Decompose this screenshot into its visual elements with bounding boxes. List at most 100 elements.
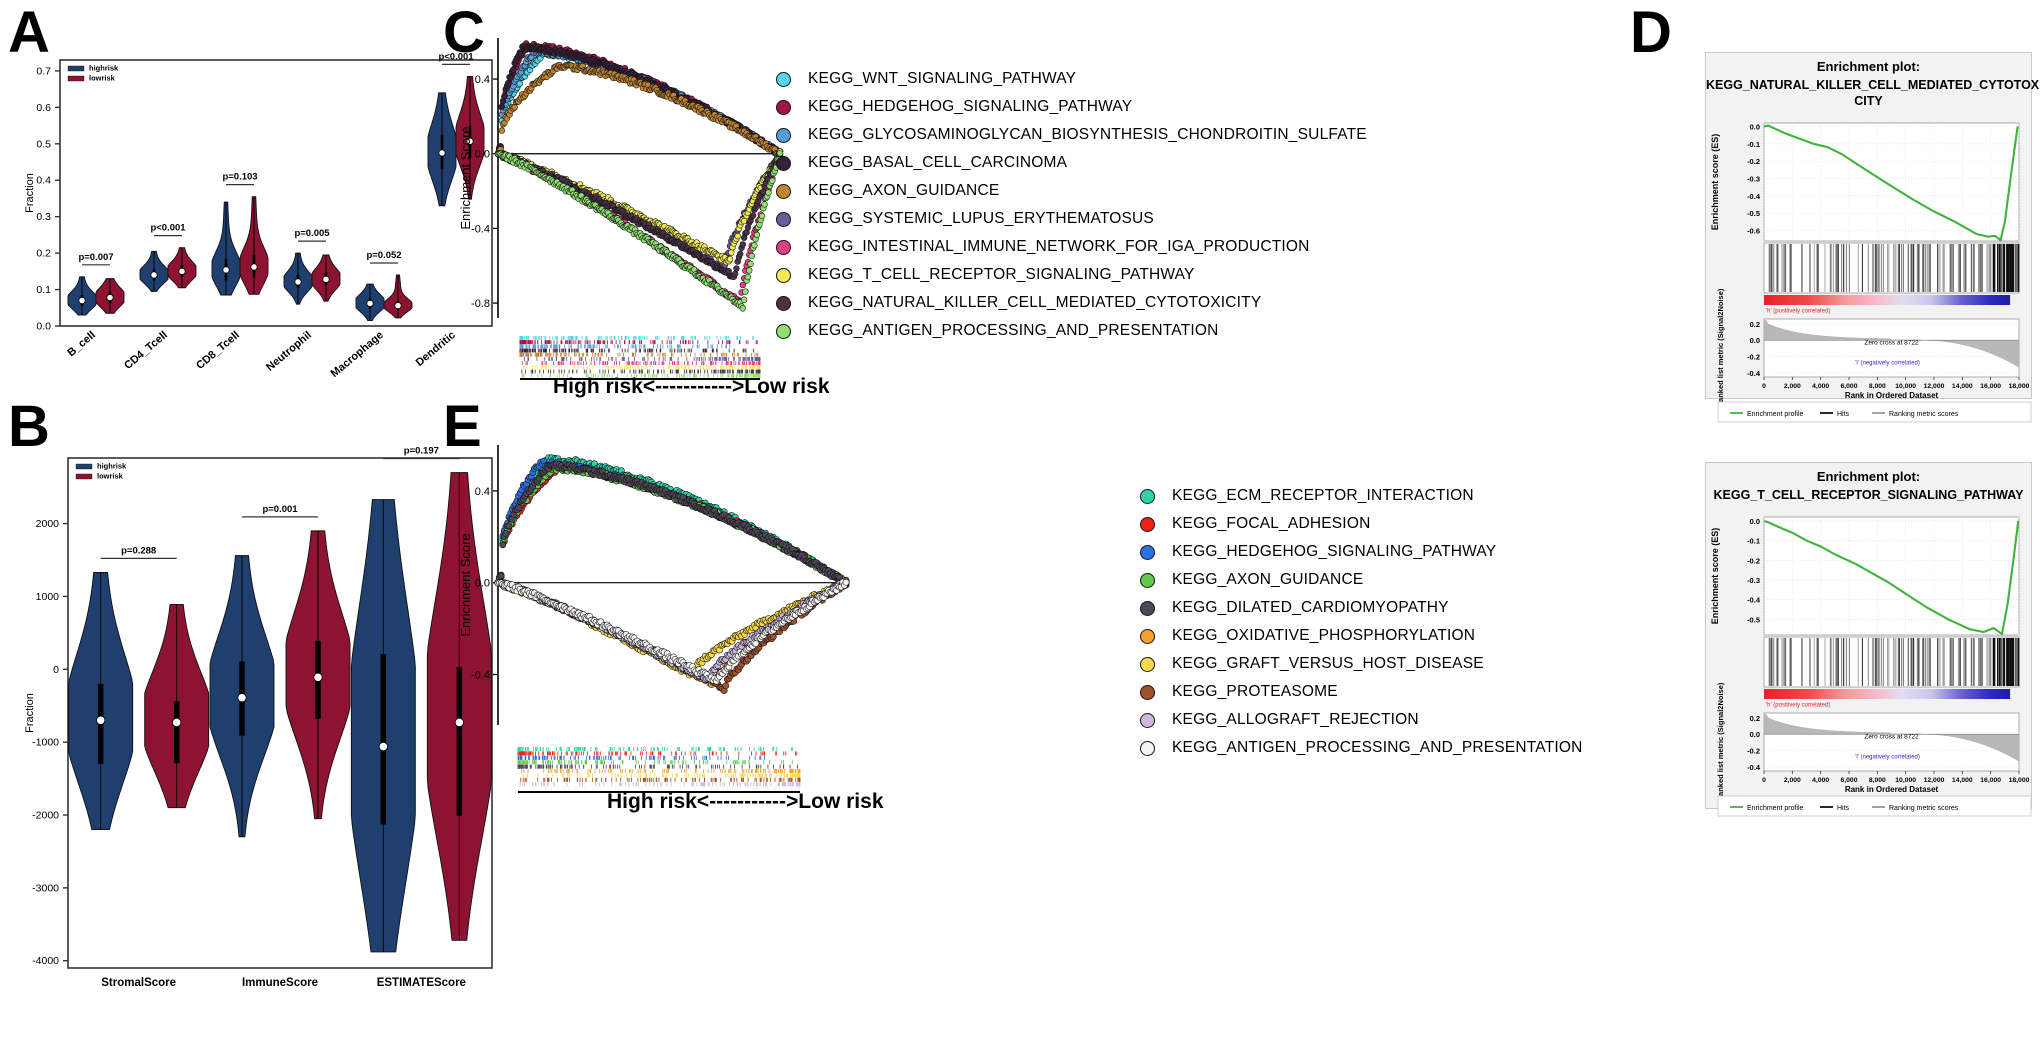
violin-median-dot — [178, 267, 186, 275]
data-point — [734, 232, 741, 240]
violin-median-dot — [366, 299, 374, 308]
data-point — [748, 252, 755, 260]
data-point — [510, 66, 517, 73]
violin-median-dot — [313, 672, 323, 682]
list-item[interactable]: KEGG_ANTIGEN_PROCESSING_AND_PRESENTATION — [776, 322, 1218, 340]
data-point — [761, 201, 768, 208]
legend-label: KEGG_SYSTEMIC_LUPUS_ERYTHEMATOSUS — [808, 210, 1154, 227]
pvalue-label: p<0.001 — [150, 223, 186, 234]
pvalue-label: p=0.052 — [366, 250, 401, 261]
y-tick-label: -4000 — [32, 955, 59, 967]
data-point — [498, 103, 506, 110]
y-tick-label: 0.0 — [475, 578, 490, 590]
y-tick-label: 0.1 — [36, 284, 51, 296]
data-point — [515, 504, 522, 512]
panel-e-chart: 0.4 0.0 -0.4 Enrichment Score — [458, 425, 860, 815]
violin-median-dot — [237, 693, 247, 703]
data-point — [744, 273, 752, 281]
legend-dot-icon — [776, 211, 791, 227]
y-tick-label: -1000 — [32, 737, 59, 749]
violin-median-dot — [438, 149, 446, 157]
list-item[interactable]: KEGG_SYSTEMIC_LUPUS_ERYTHEMATOSUS — [776, 210, 1206, 228]
legend-swatch — [67, 65, 85, 72]
legend-label: highrisk — [97, 462, 127, 471]
legend-label: lowrisk — [89, 74, 116, 83]
y-tick-label: 0.2 — [36, 248, 51, 260]
legend-swatch — [67, 75, 85, 82]
legend-swatch — [75, 473, 93, 480]
pvalue-label: p=0.197 — [404, 446, 439, 457]
violin-median-dot — [150, 271, 158, 279]
data-point — [765, 189, 772, 196]
y-tick-label: -0.4 — [471, 223, 490, 235]
y-axis-title: Fraction — [24, 693, 36, 733]
data-point — [739, 305, 747, 312]
list-item[interactable]: KEGG_HEDGEHOG_SIGNALING_PATHWAY — [776, 98, 1206, 116]
legend-label: KEGG_BASAL_CELL_CARCINOMA — [808, 154, 1068, 171]
legend-dot-icon — [776, 323, 791, 339]
panel-c-svg: 0.4 0.0 -0.4 -0.8 Enrichment Score — [458, 38, 784, 380]
list-item[interactable]: KEGG_GLYCOSAMINOGLYCAN_BIOSYNTHESIS_CHON… — [776, 126, 1367, 144]
data-point — [511, 104, 518, 111]
legend-dot-icon — [776, 99, 791, 115]
x-tick-label: Macrophage — [329, 329, 386, 380]
legend-dot-icon — [776, 71, 791, 87]
legend-dot-icon — [776, 155, 791, 171]
pvalue-label: p=0.103 — [222, 172, 257, 183]
legend-label: KEGG_AXON_GUIDANCE — [808, 182, 1000, 199]
legend-label: KEGG_WNT_SIGNALING_PATHWAY — [808, 70, 1077, 87]
y-tick-label: 0.4 — [36, 175, 51, 187]
data-point — [758, 212, 766, 220]
list-item[interactable]: KEGG_WNT_SIGNALING_PATHWAY — [776, 70, 1206, 88]
panel-b-svg: -4000 -3000 -2000 -1000 0 1000 2000 Fraction p=0… — [24, 446, 493, 989]
data-point — [751, 242, 758, 249]
y-axis-title: Enrichment Score — [458, 126, 473, 229]
legend-label: KEGG_ANTIGEN_PROCESSING_AND_PRESENTATION — [808, 322, 1219, 339]
y-tick-label: -0.4 — [471, 670, 490, 682]
violin-median-dot — [172, 717, 182, 728]
y-axis-title: Enrichment Score — [458, 533, 473, 636]
legend-label: highrisk — [89, 64, 119, 73]
panel-c-risk-label: High risk<----------->Low risk — [553, 375, 830, 398]
data-point — [739, 241, 747, 248]
y-axis-title: Fraction — [24, 173, 36, 213]
list-item[interactable]: KEGG_NATURAL_KILLER_CELL_MEDIATED_CYTOTO… — [776, 294, 1261, 312]
violin-median-dot — [96, 715, 106, 725]
pvalue-label: p=0.005 — [294, 228, 330, 239]
data-point — [753, 231, 761, 239]
panel-c-chart: 0.4 0.0 -0.4 -0.8 Enrichment Score — [458, 18, 790, 398]
pvalue-label: p=0.007 — [78, 252, 113, 263]
x-tick-label: CD4_Tcell — [122, 329, 170, 372]
list-item[interactable]: KEGG_BASAL_CELL_CARCINOMA — [776, 154, 1206, 172]
list-item[interactable]: KEGG_INTESTINAL_IMMUNE_NETWORK_FOR_IGA_P… — [776, 238, 1309, 256]
legend-label: lowrisk — [97, 472, 124, 481]
data-point — [728, 249, 735, 256]
pvalue-label: p=0.001 — [262, 504, 298, 515]
data-point — [742, 288, 749, 295]
data-point — [749, 212, 757, 219]
data-point — [507, 74, 514, 81]
y-tick-label: 0.0 — [36, 321, 51, 333]
y-tick-label: -0.8 — [471, 298, 490, 310]
legend-label: KEGG_INTESTINAL_IMMUNE_NETWORK_FOR_IGA_P… — [808, 238, 1310, 255]
x-tick-label: CD8_Tcell — [194, 329, 242, 372]
data-point — [731, 270, 739, 278]
data-point — [726, 256, 734, 263]
violin-median-dot — [294, 278, 302, 286]
violin-median-dot — [322, 275, 330, 283]
violin-median-dot — [106, 293, 114, 302]
list-item[interactable]: KEGG_T_CELL_RECEPTOR_SIGNALING_PATHWAY — [776, 266, 1206, 284]
y-tick-label: -3000 — [32, 882, 59, 894]
panel-c-legend: KEGG_WNT_SIGNALING_PATHWAY KEGG_HEDGEHOG… — [776, 70, 1367, 350]
y-tick-label: -2000 — [32, 810, 59, 822]
legend-dot-icon — [776, 267, 791, 283]
legend-label: KEGG_NATURAL_KILLER_CELL_MEDIATED_CYTOTO… — [808, 294, 1262, 311]
legend-label: KEGG_HEDGEHOG_SIGNALING_PATHWAY — [808, 98, 1133, 115]
data-point — [505, 80, 512, 87]
data-point — [502, 530, 510, 537]
list-item[interactable]: KEGG_AXON_GUIDANCE — [776, 182, 1206, 200]
y-tick-label: 0.0 — [475, 149, 490, 161]
violin-median-dot — [222, 266, 230, 274]
data-point — [501, 93, 508, 100]
panel-b-chart: -4000 -3000 -2000 -1000 0 1000 2000 Fraction p=0… — [20, 446, 500, 1010]
